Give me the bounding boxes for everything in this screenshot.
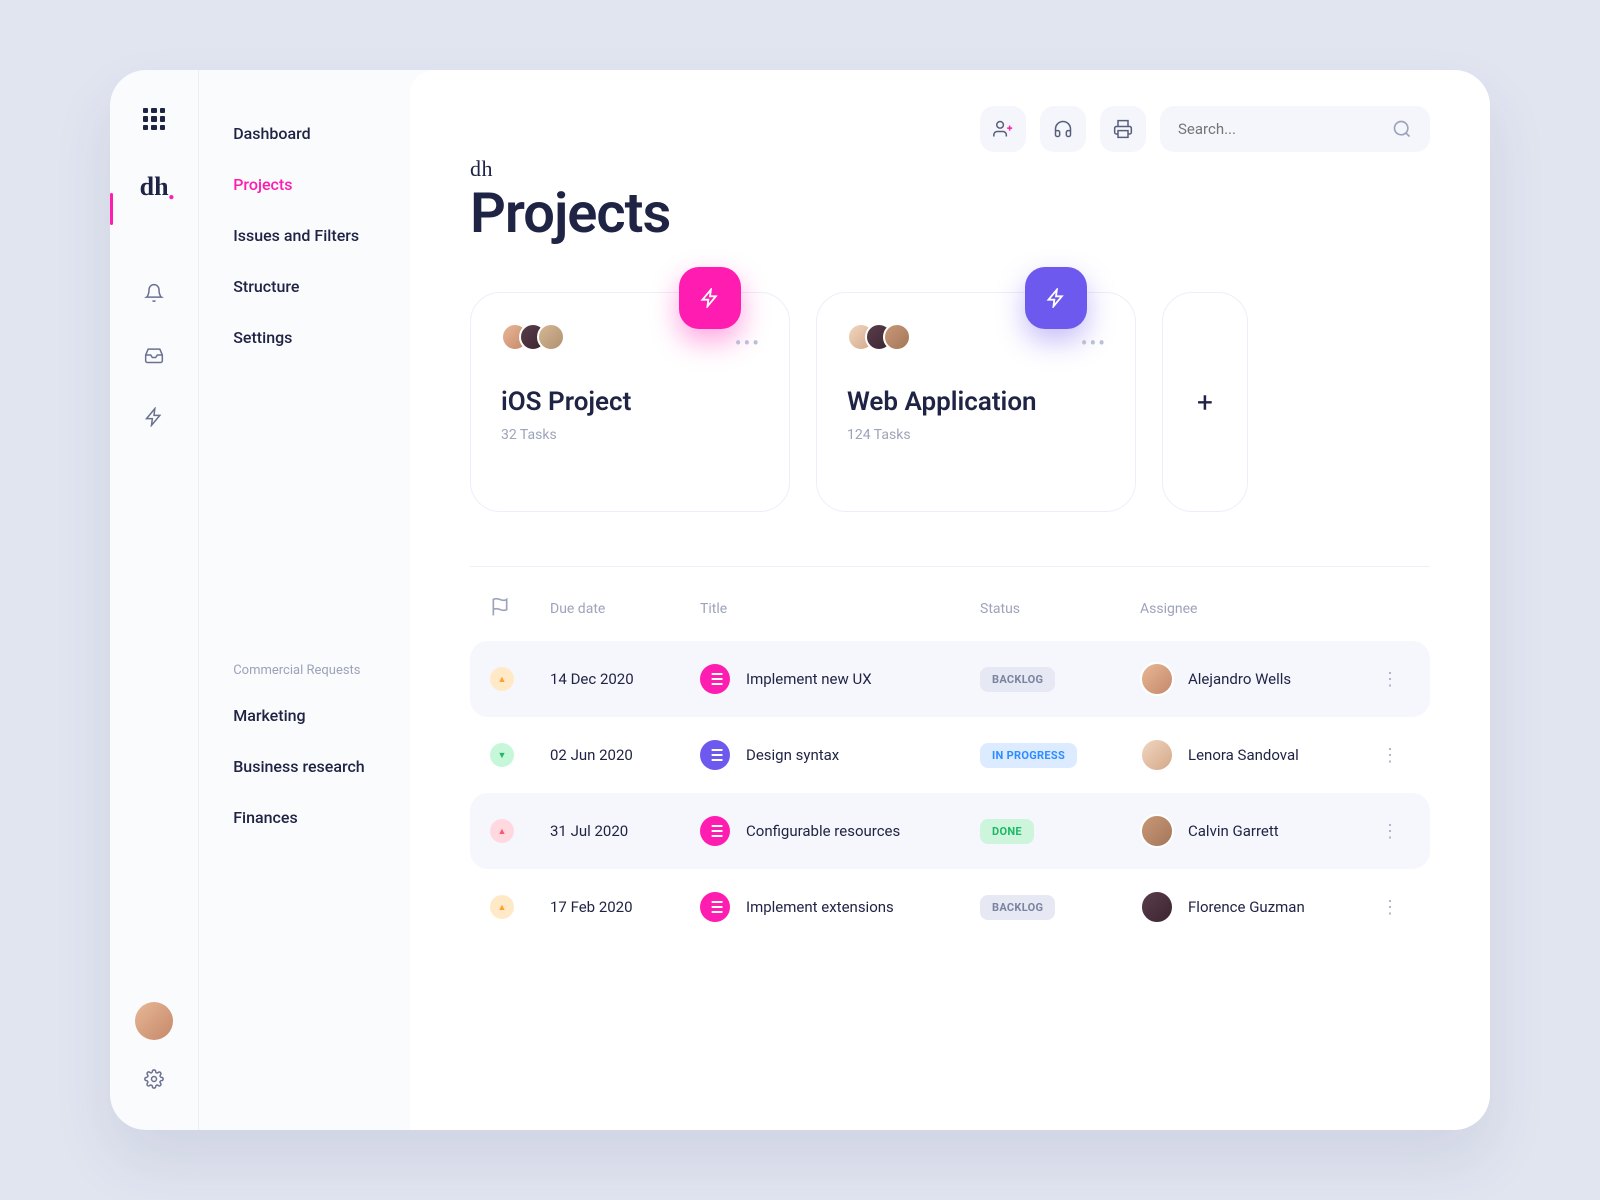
row-menu-icon[interactable]: ⋮ bbox=[1370, 897, 1410, 918]
cell-due: 02 Jun 2020 bbox=[550, 746, 700, 764]
page-title: Projects bbox=[470, 180, 1430, 246]
col-assignee: Assignee bbox=[1140, 601, 1370, 617]
apps-icon[interactable] bbox=[143, 108, 165, 130]
cell-due: 17 Feb 2020 bbox=[550, 898, 700, 916]
nav-marketing[interactable]: Marketing bbox=[209, 690, 400, 741]
task-type-icon bbox=[700, 664, 730, 694]
icon-rail: dh bbox=[110, 70, 198, 1130]
inbox-icon[interactable] bbox=[141, 342, 167, 368]
cell-due: 14 Dec 2020 bbox=[550, 670, 700, 688]
priority-icon: ▲ bbox=[490, 895, 514, 919]
avatar bbox=[1140, 814, 1174, 848]
project-cards: ••• iOS Project 32 Tasks ••• Web Applica… bbox=[470, 292, 1430, 512]
sidebar: Dashboard Projects Issues and Filters St… bbox=[198, 70, 410, 1130]
card-subtitle: 32 Tasks bbox=[501, 427, 759, 443]
bell-icon[interactable] bbox=[141, 280, 167, 306]
card-menu-icon[interactable]: ••• bbox=[735, 331, 761, 355]
avatar bbox=[1140, 662, 1174, 696]
cell-title: Design syntax bbox=[700, 740, 980, 770]
status-badge: BACKLOG bbox=[980, 895, 1055, 920]
commercial-label: Commercial Requests bbox=[199, 663, 410, 678]
nav-list: Dashboard Projects Issues and Filters St… bbox=[199, 108, 410, 363]
priority-icon: ▲ bbox=[490, 819, 514, 843]
cell-assignee: Alejandro Wells bbox=[1140, 662, 1370, 696]
user-avatar[interactable] bbox=[135, 1002, 173, 1040]
row-menu-icon[interactable]: ⋮ bbox=[1370, 821, 1410, 842]
card-badge-icon bbox=[679, 267, 741, 329]
add-project-button[interactable]: + bbox=[1162, 292, 1248, 512]
row-menu-icon[interactable]: ⋮ bbox=[1370, 669, 1410, 690]
cell-assignee: Lenora Sandoval bbox=[1140, 738, 1370, 772]
status-badge: IN PROGRESS bbox=[980, 743, 1077, 768]
table-row[interactable]: ▼ 02 Jun 2020Design syntaxIN PROGRESS Leno… bbox=[470, 717, 1430, 793]
col-title: Title bbox=[700, 601, 980, 617]
row-menu-icon[interactable]: ⋮ bbox=[1370, 745, 1410, 766]
avatar bbox=[1140, 738, 1174, 772]
card-badge-icon bbox=[1025, 267, 1087, 329]
search-input[interactable] bbox=[1178, 120, 1382, 138]
brand-label: dh bbox=[470, 156, 1430, 182]
card-title: Web Application bbox=[847, 387, 1105, 417]
cell-assignee: Calvin Garrett bbox=[1140, 814, 1370, 848]
card-title: iOS Project bbox=[501, 387, 759, 417]
lightning-icon[interactable] bbox=[141, 404, 167, 430]
nav-dashboard[interactable]: Dashboard bbox=[209, 108, 400, 159]
table-header: Due date Title Status Assignee bbox=[470, 597, 1430, 621]
app-window: dh Dashboard Projects Issues and Filters… bbox=[110, 70, 1490, 1130]
cell-due: 31 Jul 2020 bbox=[550, 822, 700, 840]
people-icon[interactable] bbox=[980, 106, 1026, 152]
nav-structure[interactable]: Structure bbox=[209, 261, 400, 312]
task-type-icon bbox=[700, 816, 730, 846]
avatar bbox=[883, 323, 911, 351]
headphones-icon[interactable] bbox=[1040, 106, 1086, 152]
project-card-ios[interactable]: ••• iOS Project 32 Tasks bbox=[470, 292, 790, 512]
col-flag bbox=[490, 597, 550, 621]
avatar bbox=[537, 323, 565, 351]
rail-indicator bbox=[110, 193, 113, 225]
task-type-icon bbox=[700, 892, 730, 922]
topbar bbox=[470, 106, 1430, 152]
priority-icon: ▲ bbox=[490, 667, 514, 691]
table-row[interactable]: ▲ 17 Feb 2020Implement extensionsBACKLOG F… bbox=[470, 869, 1430, 945]
cell-title: Configurable resources bbox=[700, 816, 980, 846]
card-menu-icon[interactable]: ••• bbox=[1081, 331, 1107, 355]
search-icon bbox=[1392, 119, 1412, 139]
col-status: Status bbox=[980, 601, 1140, 617]
printer-icon[interactable] bbox=[1100, 106, 1146, 152]
divider bbox=[470, 566, 1430, 567]
nav-finances[interactable]: Finances bbox=[209, 792, 400, 843]
cell-assignee: Florence Guzman bbox=[1140, 890, 1370, 924]
cell-title: Implement new UX bbox=[700, 664, 980, 694]
status-badge: DONE bbox=[980, 819, 1034, 844]
col-due: Due date bbox=[550, 601, 700, 617]
cell-title: Implement extensions bbox=[700, 892, 980, 922]
table-row[interactable]: ▲ 31 Jul 2020Configurable resourcesDONE Ca… bbox=[470, 793, 1430, 869]
rail-logo-icon[interactable]: dh bbox=[141, 174, 167, 200]
nav-issues[interactable]: Issues and Filters bbox=[209, 210, 400, 261]
status-badge: BACKLOG bbox=[980, 667, 1055, 692]
search-box[interactable] bbox=[1160, 106, 1430, 152]
nav-settings[interactable]: Settings bbox=[209, 312, 400, 363]
main-panel: dh Projects ••• iOS Project 32 Tasks ••• bbox=[410, 70, 1490, 1130]
project-card-web[interactable]: ••• Web Application 124 Tasks bbox=[816, 292, 1136, 512]
gear-icon[interactable] bbox=[141, 1066, 167, 1092]
tasks-table: Due date Title Status Assignee ▲ 14 Dec 2… bbox=[470, 597, 1430, 945]
card-subtitle: 124 Tasks bbox=[847, 427, 1105, 443]
priority-icon: ▼ bbox=[490, 743, 514, 767]
nav-business-research[interactable]: Business research bbox=[209, 741, 400, 792]
table-row[interactable]: ▲ 14 Dec 2020Implement new UXBACKLOG Aleja… bbox=[470, 641, 1430, 717]
avatar bbox=[1140, 890, 1174, 924]
task-type-icon bbox=[700, 740, 730, 770]
nav-projects[interactable]: Projects bbox=[209, 159, 400, 210]
